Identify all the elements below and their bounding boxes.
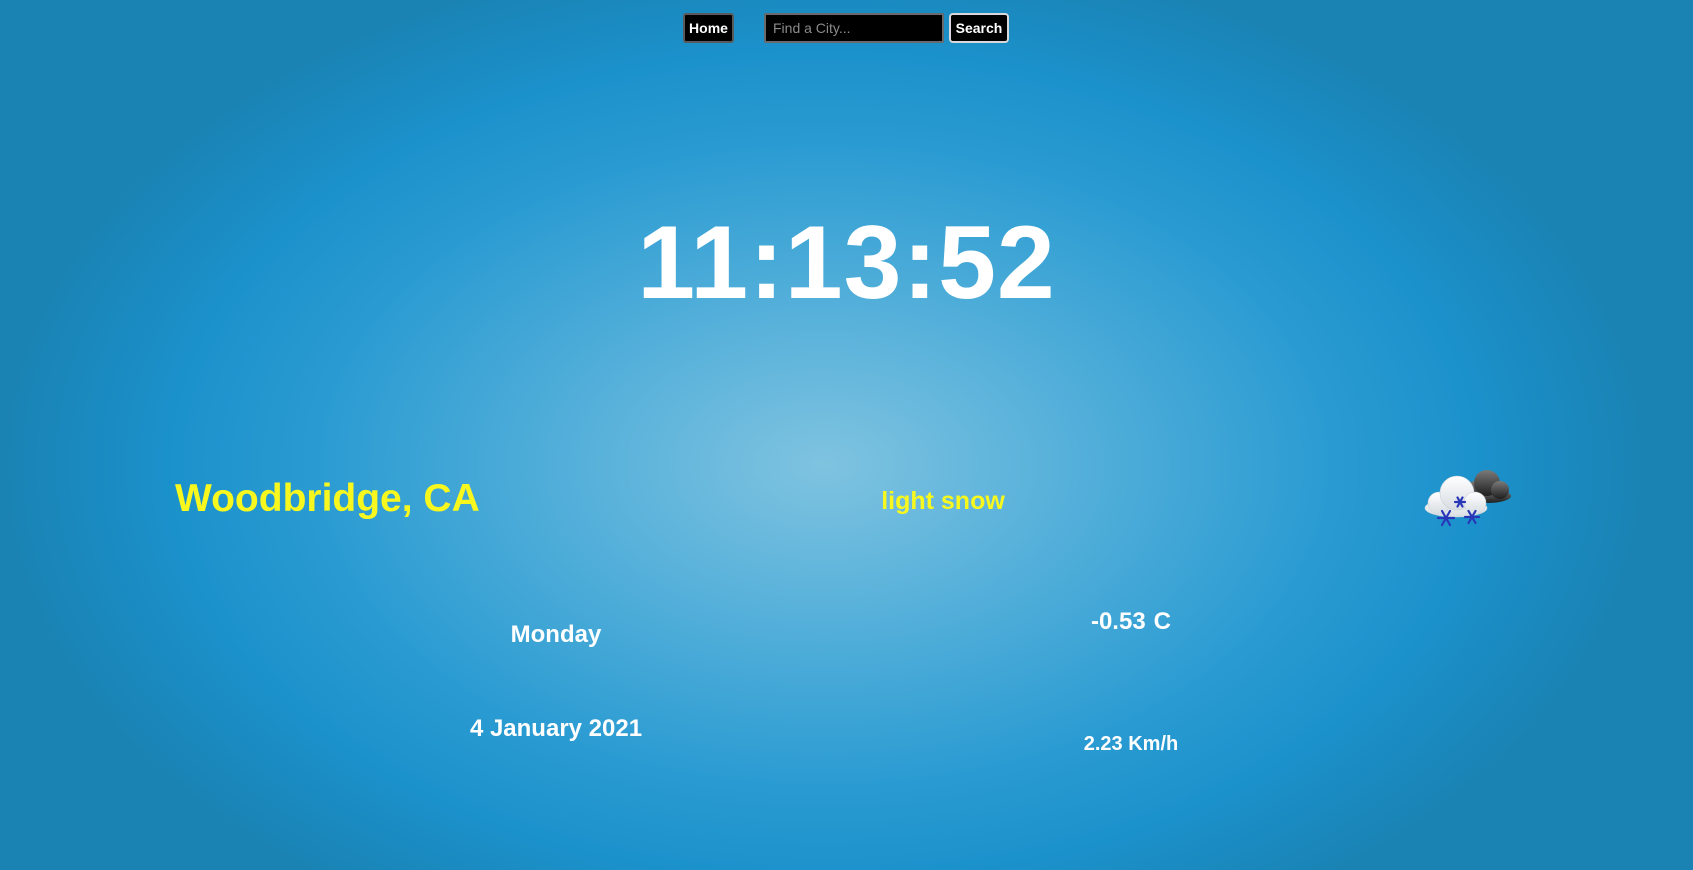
home-button[interactable]: Home: [683, 13, 734, 43]
wind-speed: 2.23 Km/h: [1083, 733, 1179, 755]
temperature-readout: -0.53 C: [1031, 608, 1231, 636]
city-search-input[interactable]: [764, 13, 944, 43]
day-of-week: Monday: [510, 621, 602, 648]
temperature-unit: C: [1153, 608, 1172, 635]
temperature-value: -0.53: [1090, 608, 1146, 635]
search-button[interactable]: Search: [949, 13, 1009, 43]
city-name: Woodbridge, CA: [175, 477, 480, 520]
current-time-clock: 11:13:52: [637, 205, 1056, 321]
top-nav: Home Search: [683, 13, 1009, 43]
calendar-date: 4 January 2021: [469, 715, 643, 742]
weather-description: light snow: [881, 487, 1005, 515]
snow-cloud-icon: [1423, 466, 1515, 532]
